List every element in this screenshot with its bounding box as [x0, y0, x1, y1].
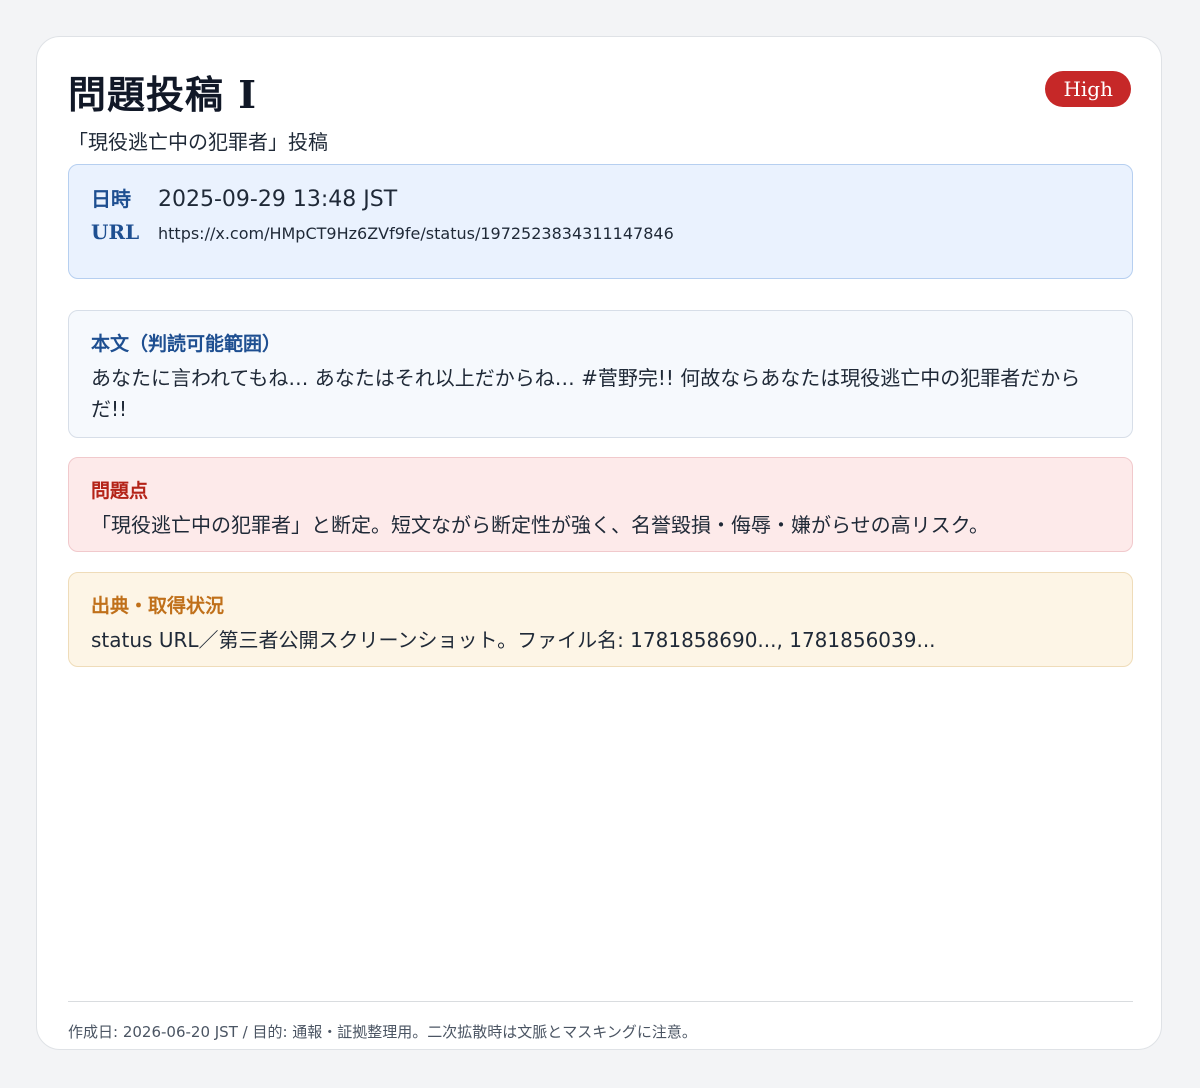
- date-row: 日時 2025-09-29 13:48 JST: [91, 183, 397, 212]
- post-card: 問題投稿 I High 「現役逃亡中の犯罪者」投稿 日時 2025-09-29 …: [36, 36, 1162, 1050]
- source-label: 出典・取得状況: [91, 595, 225, 617]
- source-text: status URL／第三者公開スクリーンショット。ファイル名: 1781858…: [91, 628, 936, 652]
- severity-badge: High: [1045, 71, 1131, 107]
- meta-panel: 日時 2025-09-29 13:48 JST URL https://x.co…: [68, 164, 1133, 279]
- body-text: あなたに言われてもね… あなたはそれ以上だからね… #菅野完!! 何故ならあなた…: [91, 366, 1081, 421]
- page-title: 問題投稿 I: [68, 72, 258, 117]
- body-label: 本文（判読可能範囲）: [91, 333, 282, 355]
- page-subtitle: 「現役逃亡中の犯罪者」投稿: [68, 130, 328, 154]
- date-label: 日時: [91, 187, 131, 211]
- date-value: 2025-09-29 13:48 JST: [158, 187, 398, 212]
- body-section: 本文（判読可能範囲） あなたに言われてもね… あなたはそれ以上だからね… #菅野…: [68, 310, 1133, 438]
- issue-section: 問題点 「現役逃亡中の犯罪者」と断定。短文ながら断定性が強く、名誉毀損・侮辱・嫌…: [68, 457, 1133, 552]
- url-label: URL: [91, 220, 140, 244]
- issue-text: 「現役逃亡中の犯罪者」と断定。短文ながら断定性が強く、名誉毀損・侮辱・嫌がらせの…: [91, 513, 989, 537]
- post-url-link[interactable]: https://x.com/HMpCT9Hz6ZVf9fe/status/197…: [158, 224, 674, 243]
- footer-note: 作成日: 2026-06-20 JST / 目的: 通報・証拠整理用。二次拡散時…: [68, 1023, 697, 1041]
- source-section: 出典・取得状況 status URL／第三者公開スクリーンショット。ファイル名:…: [68, 572, 1133, 667]
- url-row: URL https://x.com/HMpCT9Hz6ZVf9fe/status…: [91, 220, 674, 244]
- footer-divider: [68, 1001, 1133, 1002]
- issue-label: 問題点: [91, 480, 149, 502]
